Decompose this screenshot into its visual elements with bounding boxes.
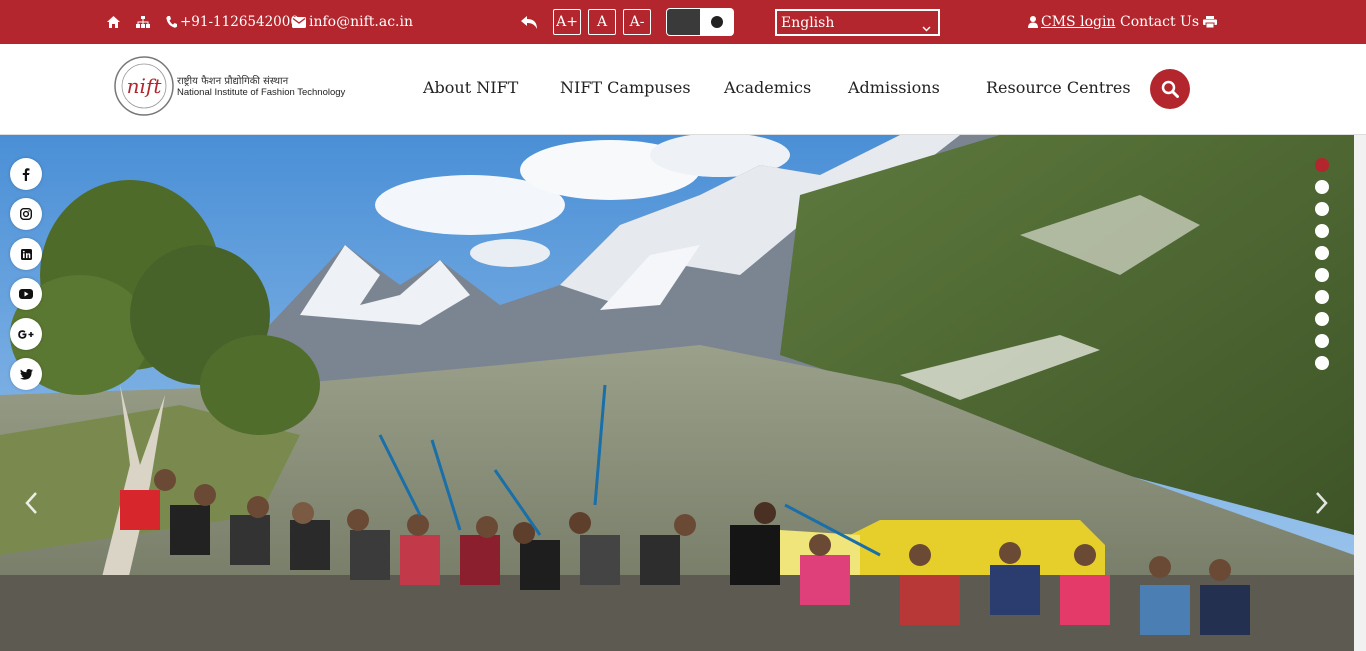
linkedin-icon[interactable]: [10, 238, 42, 270]
back-icon[interactable]: [521, 0, 538, 44]
phone-link[interactable]: +91-1126542000: [166, 0, 299, 44]
slide-indicator-9[interactable]: [1315, 334, 1329, 348]
email-link[interactable]: info@nift.ac.in: [292, 0, 413, 44]
nav-resource-centres[interactable]: Resource Centres: [986, 78, 1131, 97]
logo-hindi-text: राष्ट्रीय फैशन प्रौद्योगिकी संस्थान: [177, 76, 289, 87]
logo-english-text: National Institute of Fashion Technology: [177, 87, 346, 98]
chevron-down-icon: [922, 20, 931, 36]
slide-indicator-6[interactable]: [1315, 268, 1329, 282]
nav-admissions[interactable]: Admissions: [848, 78, 940, 97]
phone-number: +91-1126542000: [180, 14, 299, 30]
chevron-left-icon[interactable]: [22, 490, 42, 516]
search-icon: [1161, 80, 1179, 98]
font-normal-button[interactable]: A: [588, 9, 616, 35]
slide-indicator-7[interactable]: [1315, 290, 1329, 304]
envelope-icon: [292, 16, 306, 28]
slide-indicator-4[interactable]: [1315, 224, 1329, 238]
email-address: info@nift.ac.in: [309, 14, 413, 30]
youtube-icon[interactable]: [10, 278, 42, 310]
user-icon: [1028, 16, 1038, 28]
chevron-right-icon[interactable]: [1311, 490, 1331, 516]
facebook-icon[interactable]: [10, 158, 42, 190]
contact-us-link[interactable]: Contact Us: [1120, 0, 1199, 44]
nav-academics[interactable]: Academics: [724, 78, 811, 97]
cms-login-label: CMS login: [1041, 14, 1116, 30]
cms-login-link[interactable]: CMS login: [1028, 0, 1115, 44]
nift-emblem: nift: [114, 56, 174, 116]
instagram-icon[interactable]: [10, 198, 42, 230]
language-selected: English: [781, 14, 835, 31]
contrast-toggle[interactable]: [666, 8, 734, 36]
language-select[interactable]: English: [775, 9, 940, 36]
slide-indicator-2[interactable]: [1315, 180, 1329, 194]
font-decrease-button[interactable]: A-: [623, 9, 651, 35]
twitter-icon[interactable]: [10, 358, 42, 390]
toggle-track-dark: [667, 9, 700, 35]
page-scrollbar[interactable]: [1354, 135, 1366, 651]
font-increase-button[interactable]: A+: [553, 9, 581, 35]
nav-nift-campuses[interactable]: NIFT Campuses: [560, 78, 691, 97]
google-plus-icon[interactable]: [10, 318, 42, 350]
toggle-knob: [711, 16, 723, 28]
phone-icon: [166, 16, 177, 28]
nav-about-nift[interactable]: About NIFT: [423, 78, 518, 97]
logo-mark-text: nift: [127, 74, 163, 98]
print-icon[interactable]: [1203, 0, 1217, 44]
slide-indicator-10[interactable]: [1315, 356, 1329, 370]
hero-carousel[interactable]: [0, 135, 1354, 651]
slide-indicator-5[interactable]: [1315, 246, 1329, 260]
sitemap-icon[interactable]: [136, 0, 150, 44]
slide-indicator-8[interactable]: [1315, 312, 1329, 326]
slide-indicator-3[interactable]: [1315, 202, 1329, 216]
home-icon[interactable]: [107, 0, 120, 44]
slide-indicator-1[interactable]: [1315, 158, 1329, 172]
hero-slide-image: [0, 135, 1354, 651]
nift-logo[interactable]: nift राष्ट्रीय फैशन प्रौद्योगिकी संस्थान…: [114, 56, 366, 118]
search-button[interactable]: [1150, 69, 1190, 109]
site-header: nift राष्ट्रीय फैशन प्रौद्योगिकी संस्थान…: [0, 44, 1366, 135]
top-bar: +91-1126542000 info@nift.ac.in A+ A A- E…: [0, 0, 1366, 44]
